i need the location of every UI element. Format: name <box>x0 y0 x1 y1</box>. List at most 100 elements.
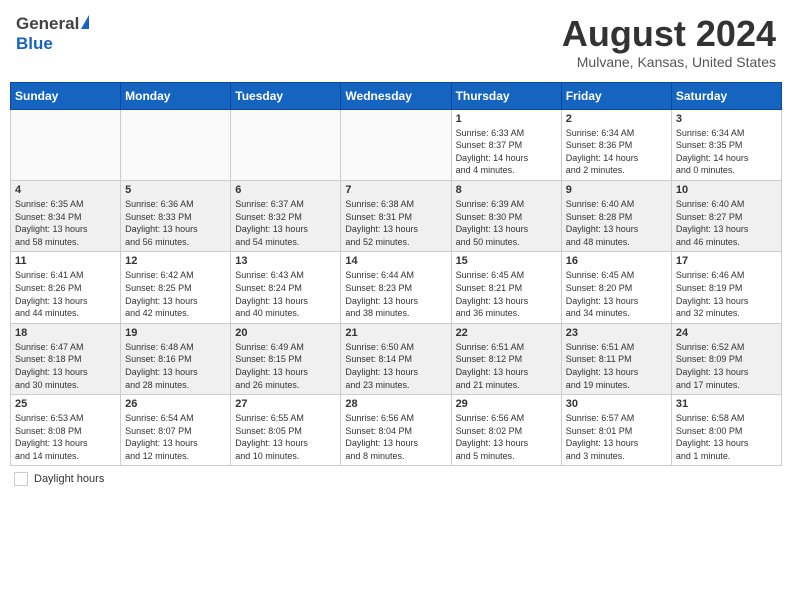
day-number: 18 <box>15 327 116 339</box>
day-info: Sunrise: 6:39 AM Sunset: 8:30 PM Dayligh… <box>456 198 557 248</box>
calendar-cell: 8 Sunrise: 6:39 AM Sunset: 8:30 PM Daylig… <box>451 180 561 251</box>
day-number: 31 <box>676 398 777 410</box>
calendar-header-thursday: Thursday <box>451 82 561 109</box>
day-info: Sunrise: 6:50 AM Sunset: 8:14 PM Dayligh… <box>345 341 446 391</box>
calendar-cell: 18 Sunrise: 6:47 AM Sunset: 8:18 PM Dayli… <box>11 323 121 394</box>
calendar-header-row: SundayMondayTuesdayWednesdayThursdayFrid… <box>11 82 782 109</box>
day-number: 5 <box>125 184 226 196</box>
calendar-cell: 6 Sunrise: 6:37 AM Sunset: 8:32 PM Daylig… <box>231 180 341 251</box>
calendar-cell: 28 Sunrise: 6:56 AM Sunset: 8:04 PM Dayli… <box>341 395 451 466</box>
calendar-cell: 11Sunrise: 6:41 AM Sunset: 8:26 PM Dayli… <box>11 252 121 323</box>
calendar-week-row: 4 Sunrise: 6:35 AM Sunset: 8:34 PM Daylig… <box>11 180 782 251</box>
calendar-cell: 15Sunrise: 6:45 AM Sunset: 8:21 PM Dayli… <box>451 252 561 323</box>
day-number: 19 <box>125 327 226 339</box>
day-info: Sunrise: 6:46 AM Sunset: 8:19 PM Dayligh… <box>676 269 777 319</box>
calendar-cell: 24 Sunrise: 6:52 AM Sunset: 8:09 PM Dayli… <box>671 323 781 394</box>
logo: General Blue <box>16 14 89 54</box>
day-number: 21 <box>345 327 446 339</box>
calendar-cell <box>121 109 231 180</box>
calendar-week-row: 11Sunrise: 6:41 AM Sunset: 8:26 PM Dayli… <box>11 252 782 323</box>
day-info: Sunrise: 6:51 AM Sunset: 8:12 PM Dayligh… <box>456 341 557 391</box>
month-year: August 2024 <box>562 14 776 54</box>
day-number: 28 <box>345 398 446 410</box>
location: Mulvane, Kansas, United States <box>562 54 776 70</box>
calendar-header-friday: Friday <box>561 82 671 109</box>
day-info: Sunrise: 6:42 AM Sunset: 8:25 PM Dayligh… <box>125 269 226 319</box>
day-info: Sunrise: 6:57 AM Sunset: 8:01 PM Dayligh… <box>566 412 667 462</box>
calendar-cell: 23 Sunrise: 6:51 AM Sunset: 8:11 PM Dayli… <box>561 323 671 394</box>
calendar-header-saturday: Saturday <box>671 82 781 109</box>
day-info: Sunrise: 6:51 AM Sunset: 8:11 PM Dayligh… <box>566 341 667 391</box>
calendar-cell: 3Sunrise: 6:34 AM Sunset: 8:35 PM Daylig… <box>671 109 781 180</box>
day-info: Sunrise: 6:35 AM Sunset: 8:34 PM Dayligh… <box>15 198 116 248</box>
calendar-cell: 5 Sunrise: 6:36 AM Sunset: 8:33 PM Daylig… <box>121 180 231 251</box>
day-number: 3 <box>676 113 777 125</box>
day-number: 26 <box>125 398 226 410</box>
day-info: Sunrise: 6:55 AM Sunset: 8:05 PM Dayligh… <box>235 412 336 462</box>
calendar-cell: 12 Sunrise: 6:42 AM Sunset: 8:25 PM Dayli… <box>121 252 231 323</box>
calendar-cell: 19 Sunrise: 6:48 AM Sunset: 8:16 PM Dayli… <box>121 323 231 394</box>
calendar-cell: 29 Sunrise: 6:56 AM Sunset: 8:02 PM Dayli… <box>451 395 561 466</box>
day-info: Sunrise: 6:36 AM Sunset: 8:33 PM Dayligh… <box>125 198 226 248</box>
calendar-cell: 22 Sunrise: 6:51 AM Sunset: 8:12 PM Dayli… <box>451 323 561 394</box>
daylight-label: Daylight hours <box>34 473 104 485</box>
calendar-cell: 17 Sunrise: 6:46 AM Sunset: 8:19 PM Dayli… <box>671 252 781 323</box>
day-info: Sunrise: 6:58 AM Sunset: 8:00 PM Dayligh… <box>676 412 777 462</box>
day-info: Sunrise: 6:40 AM Sunset: 8:27 PM Dayligh… <box>676 198 777 248</box>
header: General Blue August 2024 Mulvane, Kansas… <box>10 10 782 74</box>
day-number: 6 <box>235 184 336 196</box>
day-number: 27 <box>235 398 336 410</box>
day-number: 16 <box>566 255 667 267</box>
day-number: 2 <box>566 113 667 125</box>
calendar-cell: 21 Sunrise: 6:50 AM Sunset: 8:14 PM Dayli… <box>341 323 451 394</box>
day-info: Sunrise: 6:44 AM Sunset: 8:23 PM Dayligh… <box>345 269 446 319</box>
day-number: 24 <box>676 327 777 339</box>
day-info: Sunrise: 6:53 AM Sunset: 8:08 PM Dayligh… <box>15 412 116 462</box>
logo-general: General <box>16 14 79 34</box>
day-info: Sunrise: 6:43 AM Sunset: 8:24 PM Dayligh… <box>235 269 336 319</box>
day-number: 23 <box>566 327 667 339</box>
day-number: 4 <box>15 184 116 196</box>
day-number: 30 <box>566 398 667 410</box>
day-number: 14 <box>345 255 446 267</box>
calendar-cell: 14 Sunrise: 6:44 AM Sunset: 8:23 PM Dayli… <box>341 252 451 323</box>
calendar-cell: 4 Sunrise: 6:35 AM Sunset: 8:34 PM Daylig… <box>11 180 121 251</box>
day-info: Sunrise: 6:52 AM Sunset: 8:09 PM Dayligh… <box>676 341 777 391</box>
day-number: 8 <box>456 184 557 196</box>
day-number: 20 <box>235 327 336 339</box>
daylight-box <box>14 472 28 486</box>
day-info: Sunrise: 6:33 AM Sunset: 8:37 PM Dayligh… <box>456 127 557 177</box>
calendar-cell <box>231 109 341 180</box>
calendar-cell: 13Sunrise: 6:43 AM Sunset: 8:24 PM Dayli… <box>231 252 341 323</box>
day-info: Sunrise: 6:48 AM Sunset: 8:16 PM Dayligh… <box>125 341 226 391</box>
calendar-header-tuesday: Tuesday <box>231 82 341 109</box>
day-number: 17 <box>676 255 777 267</box>
day-number: 22 <box>456 327 557 339</box>
calendar-cell: 25 Sunrise: 6:53 AM Sunset: 8:08 PM Dayli… <box>11 395 121 466</box>
day-info: Sunrise: 6:37 AM Sunset: 8:32 PM Dayligh… <box>235 198 336 248</box>
calendar-cell: 20Sunrise: 6:49 AM Sunset: 8:15 PM Dayli… <box>231 323 341 394</box>
title-area: August 2024 Mulvane, Kansas, United Stat… <box>562 14 776 70</box>
logo-blue: Blue <box>16 34 53 53</box>
day-info: Sunrise: 6:56 AM Sunset: 8:04 PM Dayligh… <box>345 412 446 462</box>
day-number: 12 <box>125 255 226 267</box>
calendar-week-row: 1 Sunrise: 6:33 AM Sunset: 8:37 PM Daylig… <box>11 109 782 180</box>
day-info: Sunrise: 6:47 AM Sunset: 8:18 PM Dayligh… <box>15 341 116 391</box>
day-number: 29 <box>456 398 557 410</box>
calendar-cell: 27 Sunrise: 6:55 AM Sunset: 8:05 PM Dayli… <box>231 395 341 466</box>
day-number: 25 <box>15 398 116 410</box>
day-info: Sunrise: 6:45 AM Sunset: 8:20 PM Dayligh… <box>566 269 667 319</box>
day-number: 1 <box>456 113 557 125</box>
calendar-cell <box>11 109 121 180</box>
calendar-cell: 26Sunrise: 6:54 AM Sunset: 8:07 PM Dayli… <box>121 395 231 466</box>
calendar-header-wednesday: Wednesday <box>341 82 451 109</box>
calendar-cell: 31 Sunrise: 6:58 AM Sunset: 8:00 PM Dayli… <box>671 395 781 466</box>
day-number: 15 <box>456 255 557 267</box>
footer: Daylight hours <box>10 472 782 486</box>
calendar-cell: 16 Sunrise: 6:45 AM Sunset: 8:20 PM Dayli… <box>561 252 671 323</box>
calendar-cell: 10 Sunrise: 6:40 AM Sunset: 8:27 PM Dayli… <box>671 180 781 251</box>
calendar-cell <box>341 109 451 180</box>
day-info: Sunrise: 6:56 AM Sunset: 8:02 PM Dayligh… <box>456 412 557 462</box>
day-info: Sunrise: 6:34 AM Sunset: 8:36 PM Dayligh… <box>566 127 667 177</box>
day-number: 10 <box>676 184 777 196</box>
